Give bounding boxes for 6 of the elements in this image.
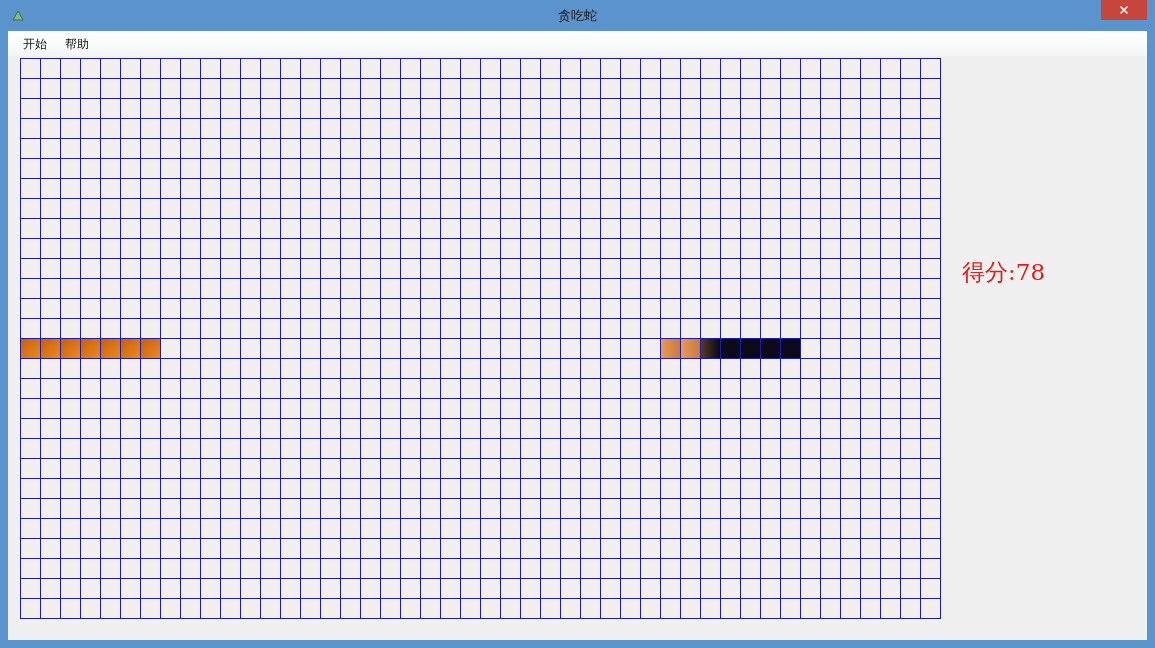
score-label: 得分:78 (962, 259, 1045, 285)
close-button[interactable] (1101, 0, 1147, 20)
menu-item[interactable]: 帮助 (58, 34, 96, 53)
close-icon (1118, 4, 1130, 16)
menu-item[interactable]: 开始 (16, 34, 54, 53)
window-title: 贪吃蛇 (558, 6, 597, 25)
